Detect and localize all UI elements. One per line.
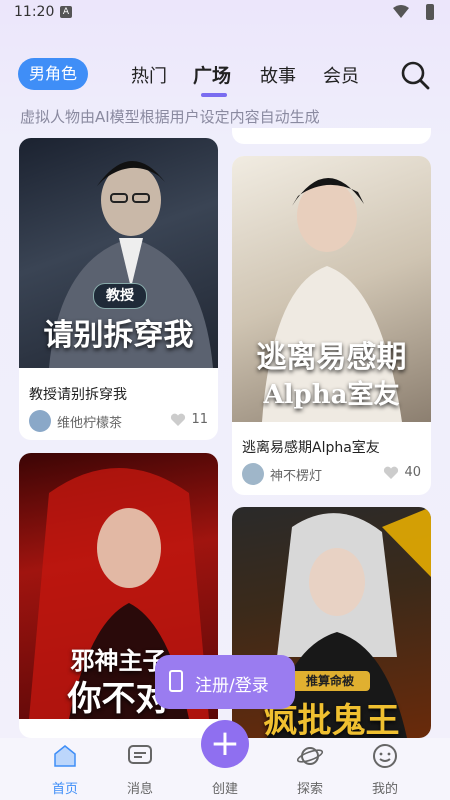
like-count: 40 (404, 465, 421, 480)
plus-icon: + (209, 723, 241, 764)
top-nav: 男角色 热门 广场 故事 会员 (0, 52, 450, 97)
status-time: 11:20 (14, 4, 55, 20)
author-name[interactable]: 维他柠檬茶 (57, 412, 122, 431)
battery-icon (426, 4, 434, 20)
feed-card[interactable]: 教授 请别拆穿我 教授请别拆穿我 维他柠檬茶 11 (19, 138, 218, 440)
nav-messages-label: 消息 (126, 782, 153, 797)
avatar[interactable] (242, 463, 264, 485)
character-poster: 教授 请别拆穿我 (19, 138, 218, 368)
author-name[interactable]: 神不楞灯 (270, 465, 322, 484)
message-icon (128, 745, 152, 764)
wifi-icon (393, 5, 409, 18)
card-title: 逃离易感期Alpha室友 (242, 440, 380, 456)
poster-badge: 推算命被 (290, 671, 370, 691)
tab-square[interactable]: 广场 (193, 61, 231, 88)
gender-filter-button[interactable]: 男角色 (18, 58, 88, 90)
nav-profile[interactable]: 我的 (355, 738, 415, 800)
tab-story[interactable]: 故事 (260, 62, 296, 88)
nav-explore-label: 探索 (296, 782, 323, 797)
phone-icon (169, 670, 183, 692)
nav-home[interactable]: 首页 (35, 738, 95, 800)
tab-hot[interactable]: 热门 (131, 62, 167, 88)
card-meta: 维他柠檬茶 11 (29, 410, 208, 432)
poster-title: 逃离易感期 (256, 340, 407, 375)
character-poster: 逃离易感期 Alpha室友 (232, 156, 431, 422)
login-register-button[interactable]: 注册/登录 (155, 655, 295, 709)
ai-disclaimer: 虚拟人物由AI模型根据用户设定内容自动生成 (20, 108, 320, 126)
login-label: 注册/登录 (195, 676, 269, 696)
feed-card[interactable]: 逃离易感期 Alpha室友 逃离易感期Alpha室友 神不楞灯 40 (232, 156, 431, 495)
home-icon (54, 745, 76, 767)
nav-messages[interactable]: 消息 (110, 738, 170, 800)
poster-badge: 教授 (93, 283, 147, 309)
poster-title: Alpha室友 (263, 380, 400, 410)
heart-icon[interactable] (170, 413, 186, 427)
create-button[interactable]: + (201, 720, 249, 768)
card-meta: 神不楞灯 40 (242, 463, 421, 485)
search-icon[interactable] (400, 60, 430, 90)
feed-card-partial[interactable] (232, 128, 431, 144)
notification-icon: A (60, 6, 72, 18)
like-count: 11 (191, 412, 208, 427)
nav-home-label: 首页 (51, 782, 78, 797)
nav-profile-label: 我的 (371, 782, 398, 797)
smiley-icon (373, 744, 397, 768)
nav-explore[interactable]: 探索 (280, 738, 340, 800)
poster-title: 请别拆穿我 (43, 318, 194, 353)
avatar[interactable] (29, 410, 51, 432)
planet-icon (296, 747, 324, 765)
card-title: 教授请别拆穿我 (29, 387, 127, 403)
status-bar: 11:20 A (0, 0, 450, 26)
tab-member[interactable]: 会员 (323, 62, 359, 88)
active-tab-indicator (201, 93, 227, 97)
nav-create-label: 创建 (211, 782, 238, 797)
heart-icon[interactable] (383, 466, 399, 480)
